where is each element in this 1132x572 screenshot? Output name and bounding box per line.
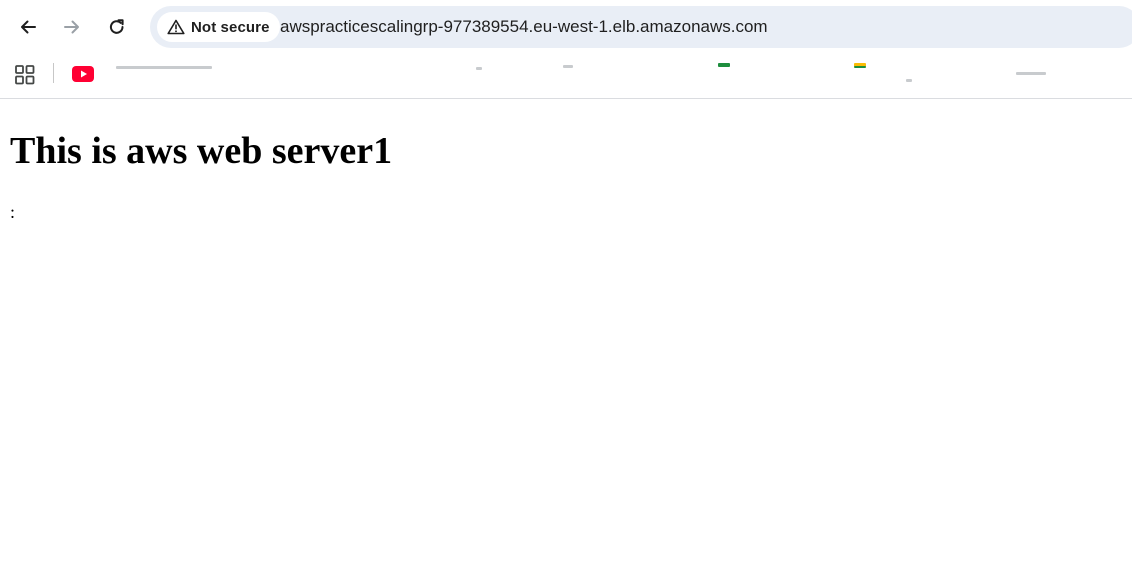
bookmark-item[interactable] bbox=[563, 65, 573, 68]
warning-triangle-icon bbox=[167, 19, 185, 35]
bookmark-favicon bbox=[854, 66, 866, 68]
bookmark-favicon[interactable] bbox=[718, 63, 730, 67]
back-button[interactable] bbox=[10, 9, 46, 45]
page-heading: This is aws web server1 bbox=[10, 130, 393, 172]
arrow-back-icon bbox=[21, 20, 36, 34]
bookmarks-divider bbox=[53, 63, 54, 83]
forward-button[interactable] bbox=[54, 9, 90, 45]
browser-toolbar: Not secure awspracticescalingrp-97738955… bbox=[0, 0, 1132, 54]
bookmark-item[interactable] bbox=[1016, 72, 1046, 75]
url-text[interactable]: awspracticescalingrp-977389554.eu-west-1… bbox=[280, 6, 768, 48]
bookmark-item[interactable] bbox=[906, 79, 912, 82]
bookmarks-bar bbox=[0, 54, 1132, 98]
bookmark-item[interactable] bbox=[116, 66, 212, 69]
apps-grid-icon[interactable] bbox=[14, 64, 36, 86]
security-label: Not secure bbox=[191, 18, 270, 36]
page-content: This is aws web server1 : bbox=[0, 99, 1132, 572]
browser-window: Not secure awspracticescalingrp-97738955… bbox=[0, 0, 1132, 572]
address-bar[interactable]: Not secure awspracticescalingrp-97738955… bbox=[150, 6, 1132, 48]
reload-button[interactable] bbox=[99, 9, 135, 45]
arrow-forward-icon bbox=[64, 20, 79, 34]
page-paragraph: : bbox=[10, 202, 16, 222]
security-indicator[interactable]: Not secure bbox=[157, 12, 280, 42]
bookmark-item[interactable] bbox=[476, 67, 482, 70]
youtube-icon[interactable] bbox=[72, 66, 94, 82]
reload-icon bbox=[109, 19, 124, 34]
